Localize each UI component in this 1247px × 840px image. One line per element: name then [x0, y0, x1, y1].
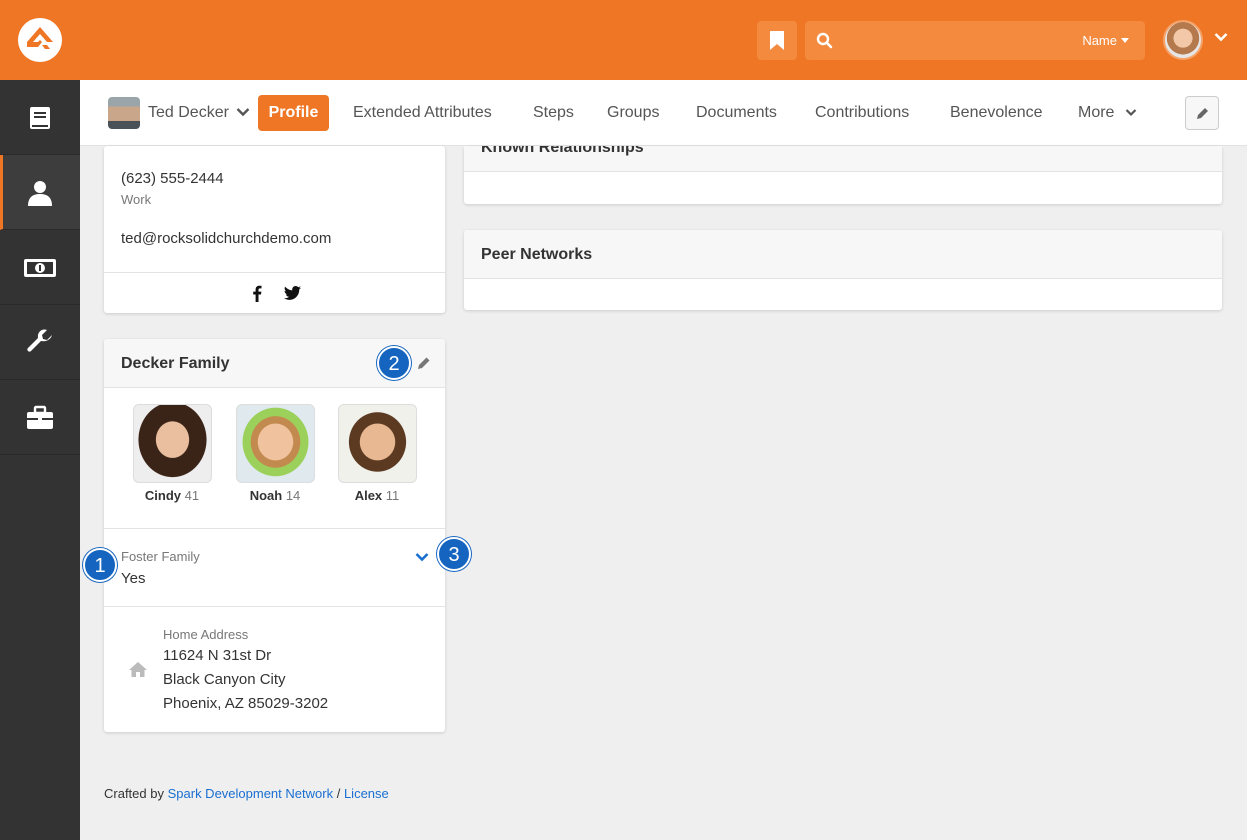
bookmark-icon: [770, 31, 784, 50]
footer-prefix: Crafted by: [104, 786, 164, 801]
family-card: Decker Family Cindy 41 Noah 14 Alex 11 F…: [104, 339, 445, 732]
member-photo: [337, 404, 417, 483]
member-age: 14: [285, 488, 301, 503]
contact-card: (623) 555-2444 Work ted@rocksolidchurchd…: [104, 146, 445, 313]
rock-logo-icon[interactable]: [18, 18, 62, 62]
tab-more[interactable]: More: [1078, 104, 1114, 122]
facebook-icon[interactable]: [252, 285, 262, 302]
panel-title: Known Relationships: [481, 146, 644, 156]
member-age: 11: [385, 488, 400, 503]
person-photo[interactable]: [108, 97, 140, 129]
attribute-value: Yes: [121, 570, 146, 587]
member-photo: [235, 404, 315, 483]
tab-groups[interactable]: Groups: [607, 104, 659, 122]
user-avatar[interactable]: [1163, 20, 1203, 60]
person-subnav: Ted Decker Profile Extended Attributes S…: [80, 80, 1247, 146]
member-name: Noah: [249, 488, 283, 503]
chevron-down-icon[interactable]: [236, 107, 250, 117]
chevron-down-icon[interactable]: [1214, 32, 1228, 42]
search-icon: [816, 32, 833, 49]
page-footer: Crafted by Spark Development Network / L…: [104, 786, 389, 801]
sidebar-item-finance[interactable]: [0, 230, 80, 305]
caret-down-icon: [1121, 38, 1129, 43]
edit-person-button[interactable]: [1185, 96, 1219, 130]
main-sidebar: [0, 80, 80, 840]
tab-benevolence[interactable]: Benevolence: [950, 104, 1043, 122]
phone-type: Work: [121, 192, 152, 207]
attribute-label: Foster Family: [121, 549, 200, 564]
sidebar-item-tools[interactable]: [0, 80, 80, 155]
search-input[interactable]: [841, 29, 1071, 52]
peer-networks-panel: Peer Networks: [464, 230, 1222, 310]
chevron-down-icon[interactable]: [415, 552, 429, 562]
book-icon: [30, 107, 50, 129]
home-icon: [129, 662, 147, 677]
person-icon: [28, 181, 52, 206]
phone-number[interactable]: (623) 555-2444: [121, 170, 224, 187]
top-header: Name: [0, 0, 1247, 80]
sidebar-item-people[interactable]: [0, 155, 80, 230]
callout-badge: 3: [437, 537, 471, 571]
member-name: Cindy: [144, 488, 182, 503]
member-age: 41: [184, 488, 200, 503]
family-member[interactable]: Noah 14: [235, 404, 315, 503]
tab-documents[interactable]: Documents: [696, 104, 777, 122]
chevron-down-icon[interactable]: [1125, 108, 1137, 117]
email-address[interactable]: ted@rocksolidchurchdemo.com: [121, 230, 331, 247]
panel-header: Known Relationships: [464, 146, 1222, 172]
bookmark-button[interactable]: [757, 21, 797, 60]
search-filter-dropdown[interactable]: Name: [1082, 33, 1129, 48]
person-name[interactable]: Ted Decker: [148, 104, 229, 122]
known-relationships-panel: Known Relationships: [464, 146, 1222, 204]
family-title[interactable]: Decker Family: [121, 355, 230, 373]
divider: [104, 606, 445, 607]
sidebar-item-admin[interactable]: [0, 305, 80, 380]
member-photo: [132, 404, 212, 483]
search-filter-label: Name: [1082, 33, 1117, 48]
tab-steps[interactable]: Steps: [533, 104, 574, 122]
panel-title: Peer Networks: [481, 246, 593, 263]
tab-extended-attributes[interactable]: Extended Attributes: [353, 104, 492, 122]
tab-contributions[interactable]: Contributions: [815, 104, 909, 122]
pencil-icon[interactable]: [417, 356, 431, 370]
twitter-icon[interactable]: [284, 286, 301, 300]
family-member[interactable]: Cindy 41: [132, 404, 212, 503]
callout-badge: 2: [377, 346, 411, 380]
social-links: [104, 272, 445, 313]
address-line[interactable]: Black Canyon City: [163, 671, 286, 688]
wrench-icon: [27, 329, 52, 352]
address-line[interactable]: Phoenix, AZ 85029-3202: [163, 695, 328, 712]
address-label: Home Address: [163, 627, 249, 642]
pencil-icon: [1197, 108, 1208, 119]
briefcase-icon: [27, 405, 53, 429]
member-name: Alex: [354, 488, 383, 503]
footer-link-spark[interactable]: Spark Development Network: [168, 786, 333, 801]
family-member[interactable]: Alex 11: [337, 404, 417, 503]
panel-header: Peer Networks: [464, 230, 1222, 279]
footer-link-license[interactable]: License: [344, 786, 389, 801]
money-icon: [24, 259, 56, 277]
callout-badge: 1: [83, 548, 117, 582]
footer-separator: /: [336, 786, 341, 801]
sidebar-item-workflows[interactable]: [0, 380, 80, 455]
divider: [104, 528, 445, 529]
tab-profile[interactable]: Profile: [258, 95, 329, 131]
search-box: Name: [805, 21, 1145, 60]
address-line[interactable]: 11624 N 31st Dr: [163, 647, 271, 664]
